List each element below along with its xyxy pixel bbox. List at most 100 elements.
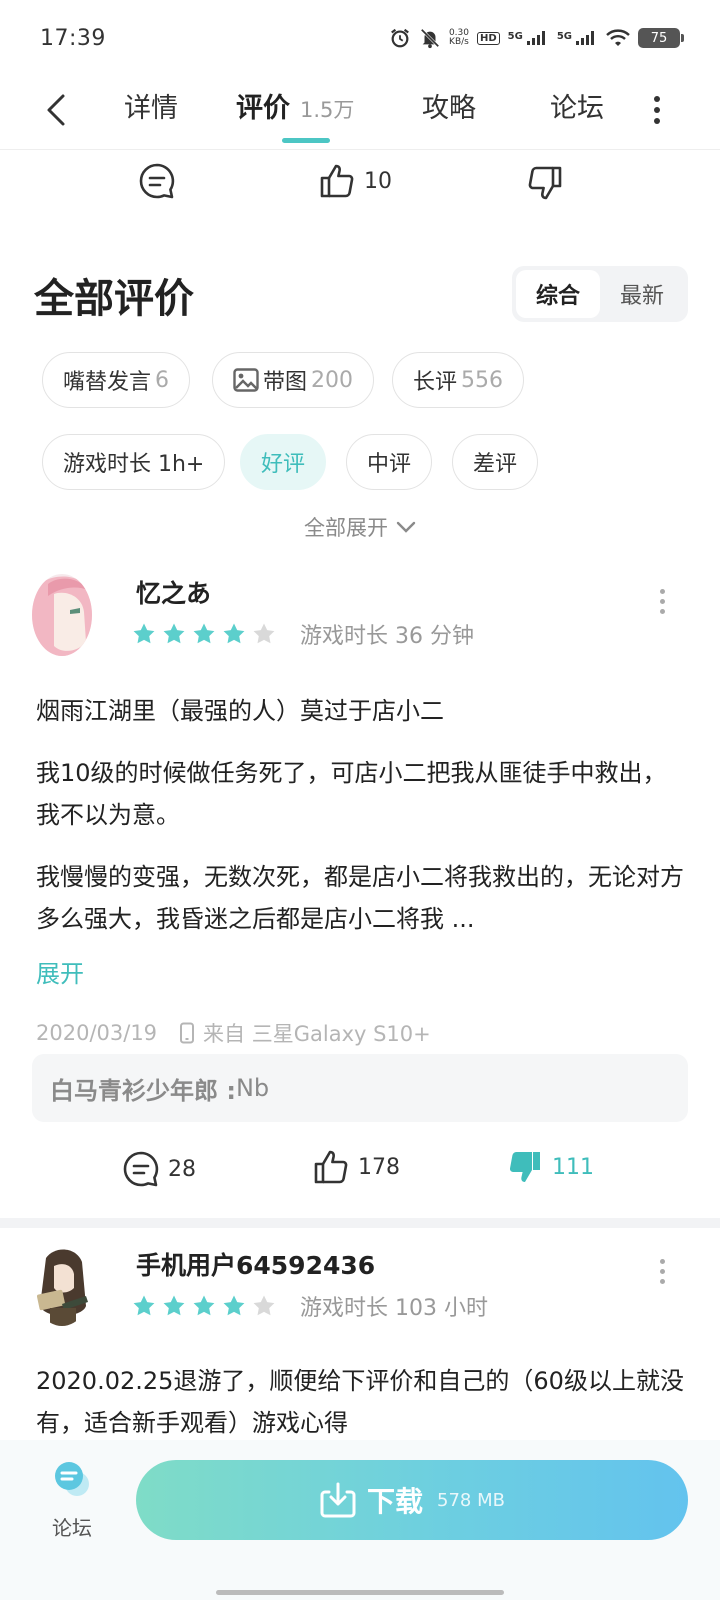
comment-icon <box>139 163 175 199</box>
tab-details[interactable]: 详情 <box>124 86 178 130</box>
review-comment-count: 28 <box>168 1156 196 1182</box>
reviewer-avatar[interactable] <box>32 1244 92 1326</box>
filter-chip-long-review[interactable]: 长评 556 <box>392 352 525 408</box>
comment-icon <box>123 1151 159 1187</box>
prev-comment-button[interactable] <box>138 162 176 200</box>
review-paragraph: 烟雨江湖里（最强的人）莫过于店小二 <box>36 697 444 725</box>
mute-bell-icon <box>420 28 440 49</box>
chip-count: 200 <box>311 367 354 393</box>
review-playtime: 游戏时长 36 分钟 <box>300 624 474 649</box>
back-arrow-icon <box>47 94 65 126</box>
chip-count: 556 <box>461 367 504 393</box>
reviewer-avatar[interactable] <box>32 574 92 656</box>
expand-all-label: 全部展开 <box>304 516 388 540</box>
download-label: 下载 <box>367 1485 424 1518</box>
more-menu-button[interactable] <box>642 90 672 130</box>
thumbs-down-filled-icon <box>509 1151 540 1182</box>
status-icons: 0.30 KB/s HD 5G 5G 75 <box>389 27 684 49</box>
thumbs-up-icon <box>320 164 354 198</box>
chip-label: 游戏时长 1h+ <box>63 452 205 477</box>
chip-count: 6 <box>155 367 170 393</box>
section-title: 全部评价 <box>34 276 194 322</box>
filter-chip-positive[interactable]: 好评 <box>240 434 327 490</box>
prev-like-button[interactable]: 10 <box>318 162 392 200</box>
tab-guides-label: 攻略 <box>422 93 476 124</box>
more-dot-icon <box>659 1268 665 1274</box>
more-dot-icon <box>654 107 660 113</box>
phone-icon <box>180 1022 195 1044</box>
review-paragraph: 我10级的时候做任务死了，可店小二把我从匪徒手中救出，我不以为意。 <box>36 759 667 829</box>
download-button[interactable]: 下载 578 MB <box>136 1460 688 1540</box>
chip-label: 长评 <box>413 370 458 395</box>
hd-badge: HD <box>476 31 500 45</box>
more-dot-icon <box>659 598 665 604</box>
home-indicator[interactable] <box>216 1590 504 1595</box>
chip-label: 差评 <box>473 452 518 477</box>
review-playtime: 游戏时长 103 小时 <box>300 1296 488 1321</box>
star-filled-icon <box>163 1295 185 1316</box>
review-date: 2020/03/19 <box>36 1021 158 1045</box>
thumbs-down-icon <box>528 166 562 200</box>
bottom-bar: 论坛 下载 578 MB <box>0 1440 720 1600</box>
signal-1-label: 5G <box>507 31 523 42</box>
sort-option-comprehensive[interactable]: 综合 <box>516 270 600 318</box>
review-more-button[interactable] <box>652 1256 672 1286</box>
thumbs-up-icon <box>314 1150 348 1184</box>
reviewer-name[interactable]: 忆之あ <box>136 574 211 610</box>
back-button[interactable] <box>38 90 74 130</box>
tab-reviews-label: 评价 <box>236 93 290 124</box>
avatar-anime-soldier-image <box>32 1244 92 1326</box>
chip-label: 中评 <box>367 452 412 477</box>
more-dot-icon <box>659 608 665 614</box>
avatar-anime-girl-image <box>32 574 92 656</box>
filter-chip-neutral[interactable]: 中评 <box>346 434 433 490</box>
signal-1: 5G <box>508 31 549 45</box>
review-device: 来自 三星Galaxy S10+ <box>203 1022 431 1046</box>
filter-chip-negative[interactable]: 差评 <box>452 434 539 490</box>
expand-all-filters[interactable]: 全部展开 <box>0 512 720 542</box>
reviewer-name[interactable]: 手机用户64592436 <box>136 1246 375 1282</box>
active-tab-indicator <box>282 138 330 143</box>
tab-reviews[interactable]: 评价 1.5万 <box>236 86 354 130</box>
star-filled-icon <box>193 623 215 644</box>
review-comment-button[interactable]: 28 <box>122 1150 196 1188</box>
forum-button[interactable]: 论坛 <box>40 1460 104 1541</box>
review-rating: 游戏时长 36 分钟 <box>132 618 474 650</box>
prev-dislike-button[interactable] <box>526 164 564 202</box>
net-speed-unit: KB/s <box>449 37 469 47</box>
chip-label: 好评 <box>261 452 306 477</box>
tab-forum[interactable]: 论坛 <box>550 86 604 130</box>
review-like-count: 178 <box>358 1154 400 1180</box>
chip-label: 嘴替发言 <box>63 370 152 395</box>
star-filled-icon <box>133 1295 155 1316</box>
star-filled-icon <box>133 623 155 644</box>
review-divider <box>0 1218 720 1228</box>
tab-guides[interactable]: 攻略 <box>422 86 476 130</box>
more-dot-icon <box>659 1258 665 1264</box>
forum-label: 论坛 <box>52 1516 92 1540</box>
sort-toggle: 综合 最新 <box>512 266 688 322</box>
review-dislike-count: 111 <box>552 1154 594 1180</box>
filter-chip-quote[interactable]: 嘴替发言 6 <box>42 352 191 408</box>
review-expand-link[interactable]: 展开 <box>36 954 84 989</box>
reply-preview[interactable]: 白马青衫少年郎 : Nb <box>32 1054 688 1122</box>
filter-chip-playtime[interactable]: 游戏时长 1h+ <box>42 434 226 490</box>
wifi-icon <box>606 29 630 46</box>
star-filled-icon <box>163 623 185 644</box>
more-dot-icon <box>654 118 660 124</box>
review-dislike-button[interactable]: 111 <box>506 1148 594 1186</box>
filter-chip-with-image[interactable]: 带图 200 <box>212 352 375 408</box>
download-size: 578 MB <box>437 1489 505 1511</box>
signal-2: 5G <box>557 31 598 45</box>
prev-like-count: 10 <box>364 168 392 194</box>
chevron-down-icon <box>396 521 416 533</box>
review-more-button[interactable] <box>652 586 672 616</box>
sort-option-latest[interactable]: 最新 <box>600 270 684 318</box>
forum-icon <box>55 1462 89 1496</box>
review-like-button[interactable]: 178 <box>312 1148 400 1186</box>
download-icon <box>320 1482 356 1518</box>
review-paragraph: 2020.02.25退游了，顺便给下评价和自己的（60级以上就没有，适合新手观看… <box>36 1367 684 1437</box>
top-nav: 详情 评价 1.5万 攻略 论坛 <box>0 76 720 150</box>
more-dot-icon <box>659 588 665 594</box>
battery-indicator: 75 <box>638 28 684 48</box>
